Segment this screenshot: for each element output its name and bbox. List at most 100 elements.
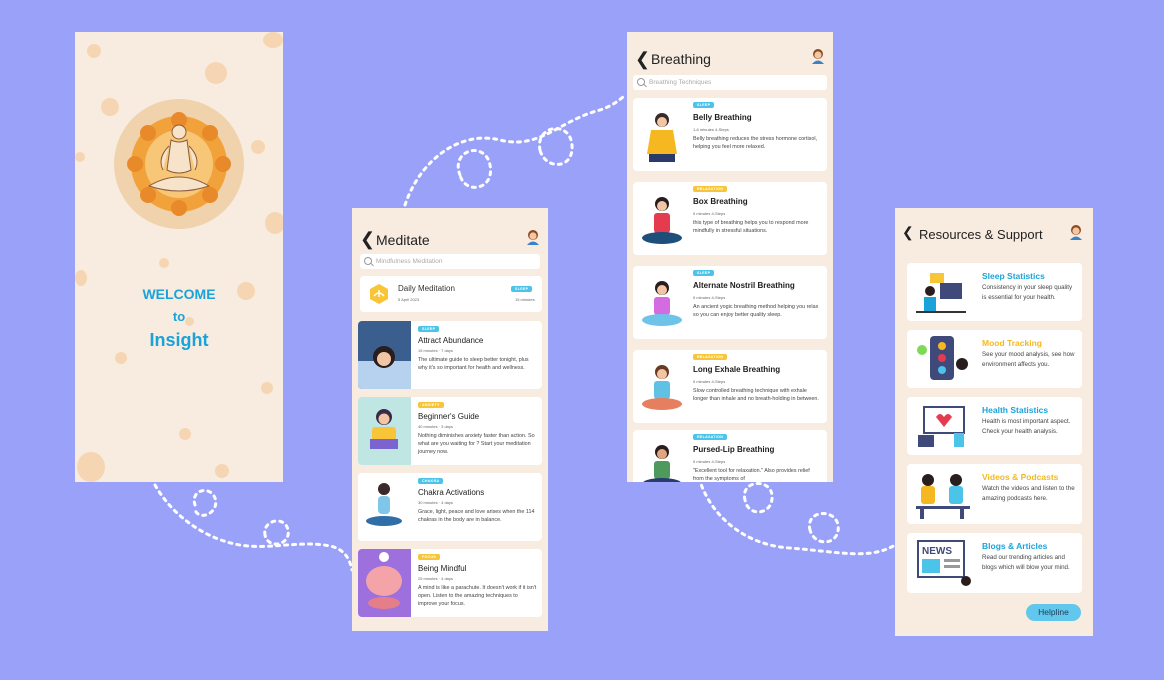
item-description: An ancient yogic breathing method helpin… bbox=[693, 304, 819, 318]
app-name: Insight bbox=[149, 330, 209, 350]
decor-dot bbox=[261, 382, 273, 394]
decor-dot bbox=[115, 352, 127, 364]
tag: SLEEP bbox=[418, 326, 440, 332]
search-input[interactable]: Breathing Techniques bbox=[633, 75, 827, 90]
back-button[interactable]: ❮ bbox=[635, 50, 650, 68]
resource-title: Videos & Podcasts bbox=[982, 472, 1059, 482]
mood-tracking-illustration bbox=[917, 336, 968, 380]
tag: RELAXATION bbox=[693, 434, 728, 440]
resource-card-sleep-statistics[interactable]: Sleep Statistics Consistency in your sle… bbox=[907, 263, 1082, 321]
blogs-articles-illustration: NEWS bbox=[917, 540, 971, 586]
item-title: Box Breathing bbox=[693, 197, 748, 206]
back-button[interactable]: ❮ bbox=[360, 230, 375, 248]
item-meta: 5 minutes 4-Steps bbox=[693, 295, 726, 300]
page-title: Breathing bbox=[651, 51, 711, 67]
decor-dot bbox=[251, 140, 265, 154]
belly-breathing-illustration bbox=[647, 113, 677, 162]
resource-title: Mood Tracking bbox=[982, 338, 1042, 348]
item-title: Belly Breathing bbox=[693, 113, 752, 122]
resource-description: Consistency in your sleep quality is ess… bbox=[982, 284, 1073, 301]
resource-card-videos-podcasts[interactable]: Videos & Podcasts Watch the videos and l… bbox=[907, 464, 1082, 524]
decor-dot bbox=[179, 428, 191, 440]
alternate-nostril-illustration bbox=[642, 281, 682, 326]
decor-dot bbox=[75, 270, 87, 286]
videos-podcasts-illustration bbox=[916, 474, 970, 519]
welcome-screen: WELCOME to Insight bbox=[75, 32, 283, 482]
tag: SLEEP bbox=[693, 270, 715, 276]
list-item[interactable]: SLEEP Attract Abundance 15 minutes · 7 d… bbox=[358, 321, 542, 389]
item-meta: 40 minutes · 3 days bbox=[418, 424, 453, 429]
list-item[interactable]: CHAKRA Chakra Activations 30 minutes · 4… bbox=[358, 473, 542, 541]
tag: SLEEP bbox=[693, 102, 715, 108]
daily-date: 5 April 2023 bbox=[398, 297, 420, 302]
search-input[interactable]: Mindfulness Meditation bbox=[360, 254, 540, 269]
decor-dot bbox=[205, 62, 227, 84]
resource-card-health-statistics[interactable]: Health Statistics Health is most importa… bbox=[907, 397, 1082, 455]
avatar[interactable] bbox=[1069, 224, 1083, 240]
item-title: Long Exhale Breathing bbox=[693, 365, 781, 374]
back-button[interactable]: ❮ bbox=[902, 225, 914, 239]
tag: RELAXATION bbox=[693, 186, 728, 192]
item-title: Beginner's Guide bbox=[418, 412, 480, 421]
item-description: Belly breathing reduces the stress hormo… bbox=[693, 136, 818, 150]
lotus-icon bbox=[370, 284, 388, 304]
list-item[interactable]: RELAXATION Box Breathing 5 minutes 4-Ste… bbox=[633, 182, 827, 255]
item-description: this type of breathing helps you to resp… bbox=[693, 220, 809, 234]
meditate-screen: ❮ Meditate Mindfulness Meditation Daily … bbox=[352, 208, 548, 631]
pursed-lip-illustration bbox=[643, 445, 681, 482]
welcome-to: to bbox=[172, 309, 186, 324]
health-statistics-illustration bbox=[918, 406, 965, 447]
tag: CHAKRA bbox=[418, 478, 444, 484]
resource-card-mood-tracking[interactable]: Mood Tracking See your mood analysis, se… bbox=[907, 330, 1082, 388]
page-title: Resources & Support bbox=[919, 227, 1043, 242]
item-description: Grace, light, peace and love arises when… bbox=[418, 509, 535, 523]
list-item[interactable]: ANXIETY Beginner's Guide 40 minutes · 3 … bbox=[358, 397, 542, 465]
decor-dot bbox=[265, 212, 283, 234]
resource-description: See your mood analysis, see how environm… bbox=[982, 351, 1075, 368]
list-item[interactable]: SLEEP Belly Breathing 1-6 minutes 4-Step… bbox=[633, 98, 827, 171]
avatar[interactable] bbox=[811, 48, 825, 64]
welcome-heading: WELCOME bbox=[142, 286, 216, 302]
item-description: "Excellent tool for relaxation." Also pr… bbox=[693, 468, 810, 482]
search-icon bbox=[633, 75, 647, 90]
item-title: Pursed-Lip Breathing bbox=[693, 445, 775, 454]
tag: RELAXATION bbox=[693, 354, 728, 360]
list-item[interactable]: RELAXATION Long Exhale Breathing 5 minut… bbox=[633, 350, 827, 423]
decor-dot bbox=[263, 32, 283, 48]
daily-meditation-card[interactable]: Daily Meditation 5 April 2023 SLEEP 15 m… bbox=[360, 276, 542, 312]
resource-title: Health Statistics bbox=[982, 405, 1049, 415]
resource-title: Sleep Statistics bbox=[982, 271, 1045, 281]
list-item[interactable]: RELAXATION Pursed-Lip Breathing 5 minute… bbox=[633, 430, 827, 482]
resource-title: Blogs & Articles bbox=[982, 541, 1048, 551]
item-description: Nothing diminishes anxiety faster than a… bbox=[418, 433, 535, 455]
decor-dot bbox=[77, 452, 105, 482]
decor-dot bbox=[87, 44, 101, 58]
search-icon bbox=[360, 254, 374, 269]
resource-description: Read our trending articles and blogs whi… bbox=[982, 554, 1070, 571]
resource-card-blogs-articles[interactable]: NEWS Blogs & Articles Read our trending … bbox=[907, 533, 1082, 593]
chakra-meditation-illustration bbox=[358, 473, 411, 541]
tag: FOCUS bbox=[418, 554, 441, 560]
brain-meditation-illustration bbox=[358, 549, 411, 617]
daily-duration: 15 minutes bbox=[515, 297, 535, 302]
item-description: A mind is like a parachute. It doesn't w… bbox=[418, 585, 537, 607]
helpline-button[interactable]: Helpline bbox=[1026, 604, 1081, 621]
item-meta: 5 minutes 4-Steps bbox=[693, 211, 726, 216]
list-item[interactable]: SLEEP Alternate Nostril Breathing 5 minu… bbox=[633, 266, 827, 339]
resource-description: Health is most important aspect. Check y… bbox=[982, 418, 1071, 435]
item-title: Alternate Nostril Breathing bbox=[693, 281, 795, 290]
decor-dot bbox=[215, 464, 229, 478]
avatar[interactable] bbox=[526, 229, 540, 245]
tag: ANXIETY bbox=[418, 402, 444, 408]
breathing-screen: ❮ Breathing Breathing Techniques SLEEP B… bbox=[627, 32, 833, 482]
page-title: Meditate bbox=[376, 232, 430, 248]
item-meta: 5 minutes 4-Steps bbox=[693, 379, 726, 384]
item-meta: 1-6 minutes 4-Steps bbox=[693, 127, 729, 132]
sleeping-woman-illustration bbox=[358, 321, 411, 389]
meditation-mandala-illustration bbox=[114, 99, 244, 229]
decor-dot bbox=[159, 258, 169, 268]
item-meta: 5 minutes 4-Steps bbox=[693, 459, 726, 464]
item-meta: 25 minutes · 4 days bbox=[418, 576, 453, 581]
item-meta: 15 minutes · 7 days bbox=[418, 348, 453, 353]
list-item[interactable]: FOCUS Being Mindful 25 minutes · 4 days … bbox=[358, 549, 542, 617]
